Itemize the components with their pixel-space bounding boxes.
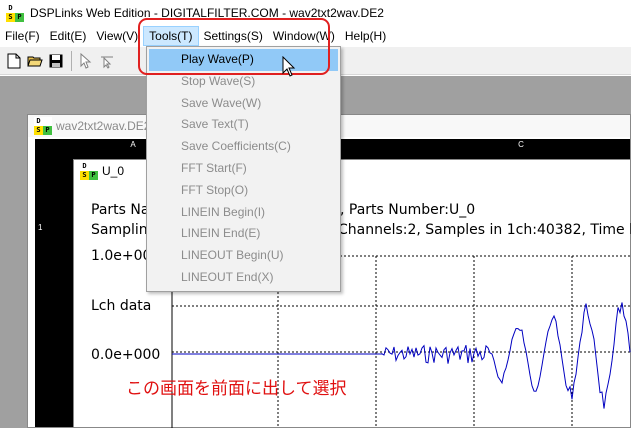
tools-menu-item: FFT Stop(O) [181,182,249,197]
save-disk-icon[interactable] [46,51,66,71]
mouse-cursor-icon [282,55,296,81]
tools-menu-item: Save Coefficients(C) [181,139,291,154]
new-file-icon[interactable] [4,51,24,71]
child-window-wave-icon: DSP [80,162,98,180]
select-arrow-icon[interactable] [97,51,117,71]
tools-menu-item: Save Wave(W) [181,95,262,110]
annotation-highlight-box [138,18,330,75]
sheet-row-header: 1 [38,223,43,232]
tools-menu-item: FFT Start(F) [181,160,247,175]
tools-menu-item: LINEOUT End(X) [181,269,274,284]
menu-help[interactable]: Help(H) [340,26,391,46]
annotation-note: この画面を前面に出して選択 [126,379,347,399]
menu-view[interactable]: View(V) [91,26,143,46]
tools-menu-item: Save Text(T) [181,117,249,132]
menu-file[interactable]: File(F) [0,26,45,46]
child-window-diagram-title: wav2txt2wav.DE2 [56,119,151,133]
pointer-icon[interactable] [76,51,96,71]
toolbar-separator [71,50,72,71]
child-window-diagram-icon: DSP [34,117,52,135]
tools-dropdown-menu: Play Wave(P) Stop Wave(S) Save Wave(W) Save… [146,46,341,292]
tools-menu-item: LINEOUT Begin(U) [181,248,284,263]
tools-menu-item: LINEIN End(E) [181,226,261,241]
child-window-wave-title: U_0 [102,164,125,178]
open-folder-icon[interactable] [25,51,45,71]
column-header-c: C [518,140,524,149]
menu-edit[interactable]: Edit(E) [45,26,92,46]
app-logo-icon: DSP [6,4,24,22]
tools-menu-item: LINEIN Begin(I) [181,204,266,219]
